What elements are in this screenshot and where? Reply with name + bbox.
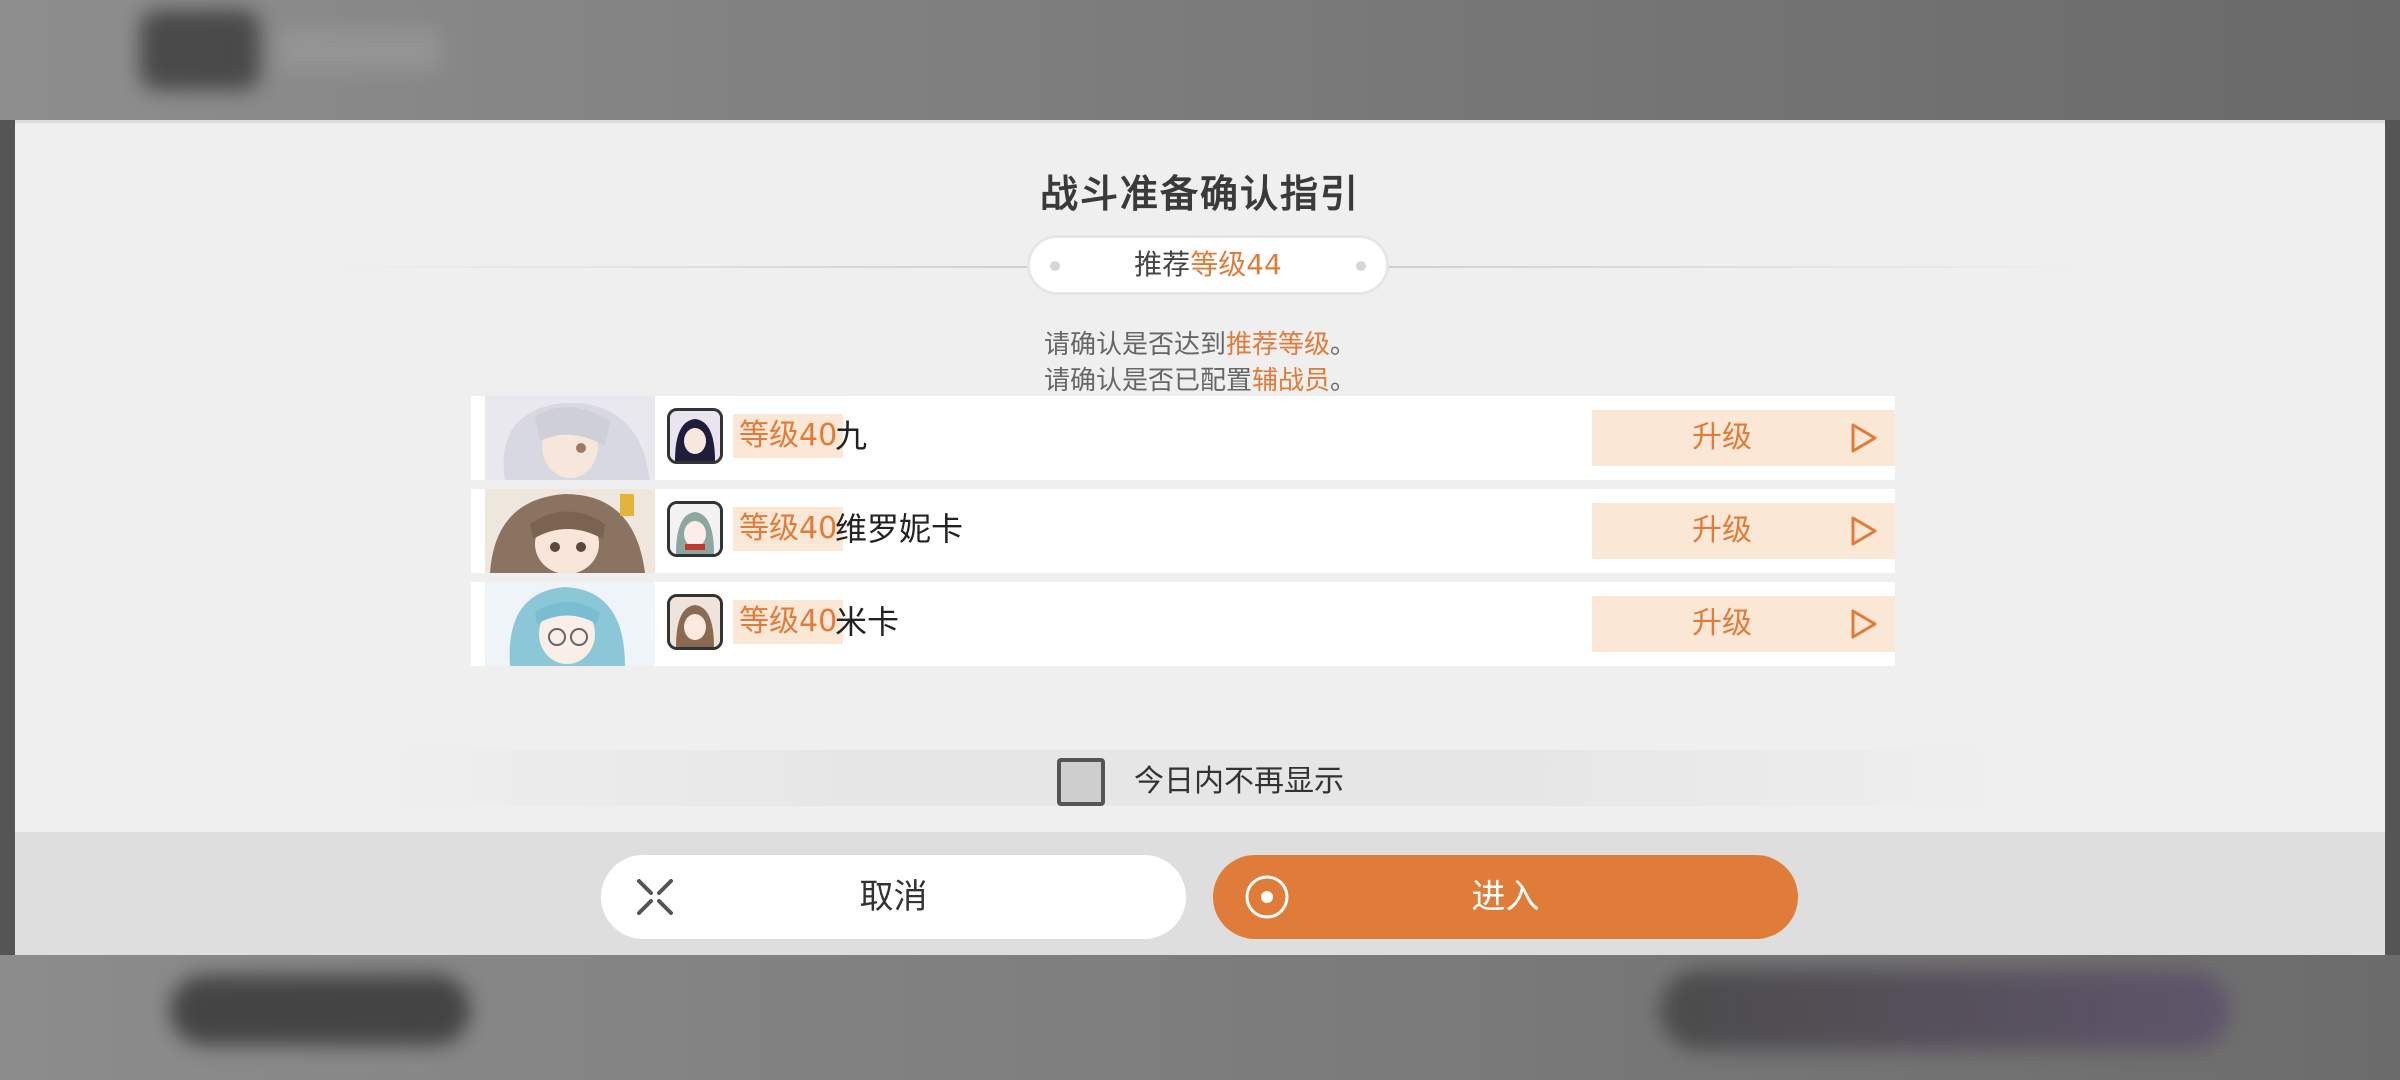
member-name: 九 [835,417,868,455]
recommend-level-badge: 推荐等级44 [1027,235,1389,295]
divider-left [335,266,1035,268]
play-arrow-icon [1851,609,1877,639]
play-arrow-icon [1851,423,1877,453]
hint-line-1: 请确认是否达到推荐等级。 [15,324,2385,361]
background-button-right [1660,970,2230,1050]
background-top-bar [0,0,2400,120]
hint-highlight: 推荐等级 [1225,330,1330,360]
dont-show-label: 今日内不再显示 [1134,764,1344,799]
upgrade-button[interactable]: 升级 [1592,503,1895,559]
background-logo [140,10,260,90]
enter-label: 进入 [1471,877,1540,917]
cancel-button[interactable]: 取消 [601,855,1186,939]
member-name: 维罗妮卡 [835,510,964,548]
recommend-prefix: 推荐 [1134,248,1191,281]
hint-text: 。 [1330,366,1357,396]
background-bottom-bar [0,955,2400,1080]
member-name: 米卡 [835,603,900,641]
hint-highlight: 辅战员 [1251,366,1330,396]
background-button-left [170,975,470,1045]
member-row: 等级40 维罗妮卡 升级 [471,489,1895,573]
upgrade-button[interactable]: 升级 [1592,410,1895,466]
support-avatar [667,594,723,650]
level-badge: 等级40 [733,414,844,458]
dialog-title: 战斗准备确认指引 [1039,172,1360,216]
upgrade-label: 升级 [1692,420,1752,455]
dot-icon [1356,261,1366,271]
support-avatar [667,408,723,464]
background-title [280,30,440,70]
member-row: 等级40 九 升级 [471,396,1895,480]
level-badge: 等级40 [733,600,844,644]
upgrade-button[interactable]: 升级 [1592,596,1895,652]
support-avatar [667,501,723,557]
member-row: 等级40 米卡 升级 [471,582,1895,666]
recommend-level: 等级44 [1190,248,1282,281]
enter-button[interactable]: 进入 [1213,855,1798,939]
character-portrait [485,582,655,666]
character-portrait [485,396,655,480]
cancel-label: 取消 [859,877,928,917]
hint-text: 请确认是否达到 [1043,330,1226,360]
upgrade-label: 升级 [1692,606,1752,641]
level-badge: 等级40 [733,507,844,551]
dont-show-checkbox[interactable] [1057,758,1105,806]
hint-line-2: 请确认是否已配置辅战员。 [15,360,2385,397]
hint-text: 。 [1330,330,1357,360]
hint-text: 请确认是否已配置 [1043,366,1252,396]
background-edge-right [2385,120,2400,955]
upgrade-label: 升级 [1692,513,1752,548]
dot-icon [1050,261,1060,271]
button-bar [15,832,2385,955]
background-edge-left [0,120,15,955]
play-arrow-icon [1851,516,1877,546]
divider-right [1387,266,2087,268]
character-portrait [485,489,655,573]
